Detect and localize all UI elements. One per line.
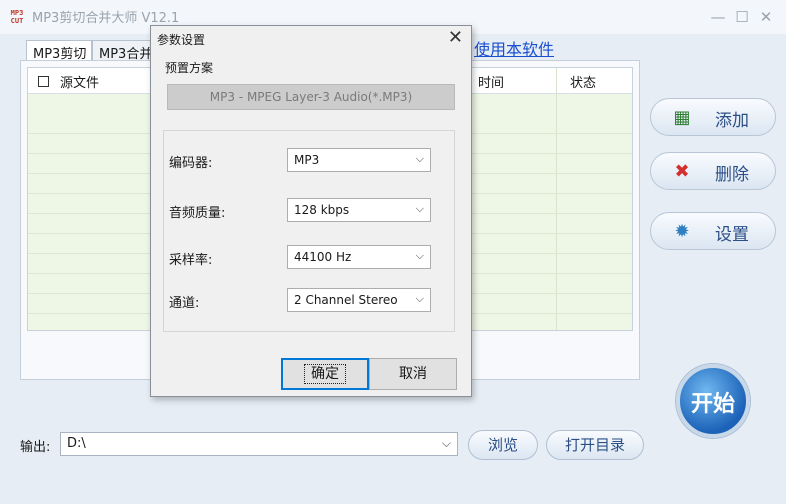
encoder-label: 编码器: — [169, 156, 213, 171]
column-status[interactable]: 状态 — [570, 72, 596, 91]
sample-rate-value: 44100 Hz — [294, 250, 352, 264]
ok-button[interactable]: 确定 — [281, 358, 369, 390]
output-path-value: D:\ — [67, 436, 86, 451]
settings-button[interactable]: ✹ 设置 — [650, 212, 776, 250]
encoder-select[interactable]: MP3 ⌵ — [287, 148, 431, 172]
channel-label: 通道: — [169, 296, 200, 311]
chevron-down-icon: ⌵ — [415, 152, 424, 165]
close-window-button[interactable]: ✕ — [746, 4, 786, 30]
open-directory-button[interactable]: 打开目录 — [546, 430, 644, 460]
sample-rate-row: 采样率: 44100 Hz ⌵ — [169, 245, 449, 269]
browse-button[interactable]: 浏览 — [468, 430, 538, 460]
chevron-down-icon[interactable]: ⌵ — [442, 436, 451, 451]
dialog-close-button[interactable]: ✕ — [448, 27, 463, 48]
delete-button[interactable]: ✖ 删除 — [650, 152, 776, 190]
chevron-down-icon: ⌵ — [415, 292, 424, 305]
preset-label: 预置方案 — [165, 61, 214, 75]
app-logo-icon: MP3 CUT — [10, 9, 24, 25]
column-source-file[interactable]: 源文件 — [60, 72, 99, 91]
settings-gear-icon: ✹ — [674, 221, 690, 242]
quality-label: 音频质量: — [169, 206, 226, 221]
preset-select[interactable]: MP3 - MPEG Layer-3 Audio(*.MP3) — [167, 84, 455, 110]
chevron-down-icon: ⌵ — [415, 249, 424, 262]
settings-dialog: 参数设置 ✕ 预置方案 MP3 - MPEG Layer-3 Audio(*.M… — [150, 25, 472, 397]
output-label: 输出: — [20, 440, 51, 455]
chevron-down-icon: ⌵ — [415, 202, 424, 215]
channel-value: 2 Channel Stereo — [294, 293, 398, 307]
tab-mp3-cut[interactable]: MP3剪切 — [26, 40, 92, 62]
dialog-title: 参数设置 — [157, 33, 206, 47]
quality-value: 128 kbps — [294, 203, 350, 217]
film-add-icon: ▦ — [673, 107, 691, 128]
encoder-value: MP3 — [294, 153, 320, 167]
start-button[interactable]: 开始 — [676, 364, 750, 438]
add-button[interactable]: ▦ 添加 — [650, 98, 776, 136]
ok-button-label: 确定 — [304, 364, 346, 384]
add-button-label: 添加 — [715, 111, 749, 131]
encoder-row: 编码器: MP3 ⌵ — [169, 148, 449, 172]
output-path-select[interactable]: D:\ ⌵ — [60, 432, 458, 456]
settings-button-label: 设置 — [715, 225, 749, 245]
delete-button-label: 删除 — [715, 165, 749, 185]
delete-x-icon: ✖ — [674, 161, 690, 182]
cancel-button[interactable]: 取消 — [369, 358, 457, 390]
quality-select[interactable]: 128 kbps ⌵ — [287, 198, 431, 222]
channel-select[interactable]: 2 Channel Stereo ⌵ — [287, 288, 431, 312]
start-button-label: 开始 — [690, 392, 735, 417]
help-link[interactable]: 使用本软件 — [474, 36, 554, 60]
window-title: MP3剪切合并大师 V12.1 — [32, 11, 180, 26]
quality-row: 音频质量: 128 kbps ⌵ — [169, 198, 449, 222]
sample-rate-select[interactable]: 44100 Hz ⌵ — [287, 245, 431, 269]
channel-row: 通道: 2 Channel Stereo ⌵ — [169, 288, 449, 312]
column-time[interactable]: 时间 — [478, 72, 504, 91]
select-all-checkbox[interactable] — [38, 76, 49, 87]
sample-rate-label: 采样率: — [169, 253, 213, 268]
